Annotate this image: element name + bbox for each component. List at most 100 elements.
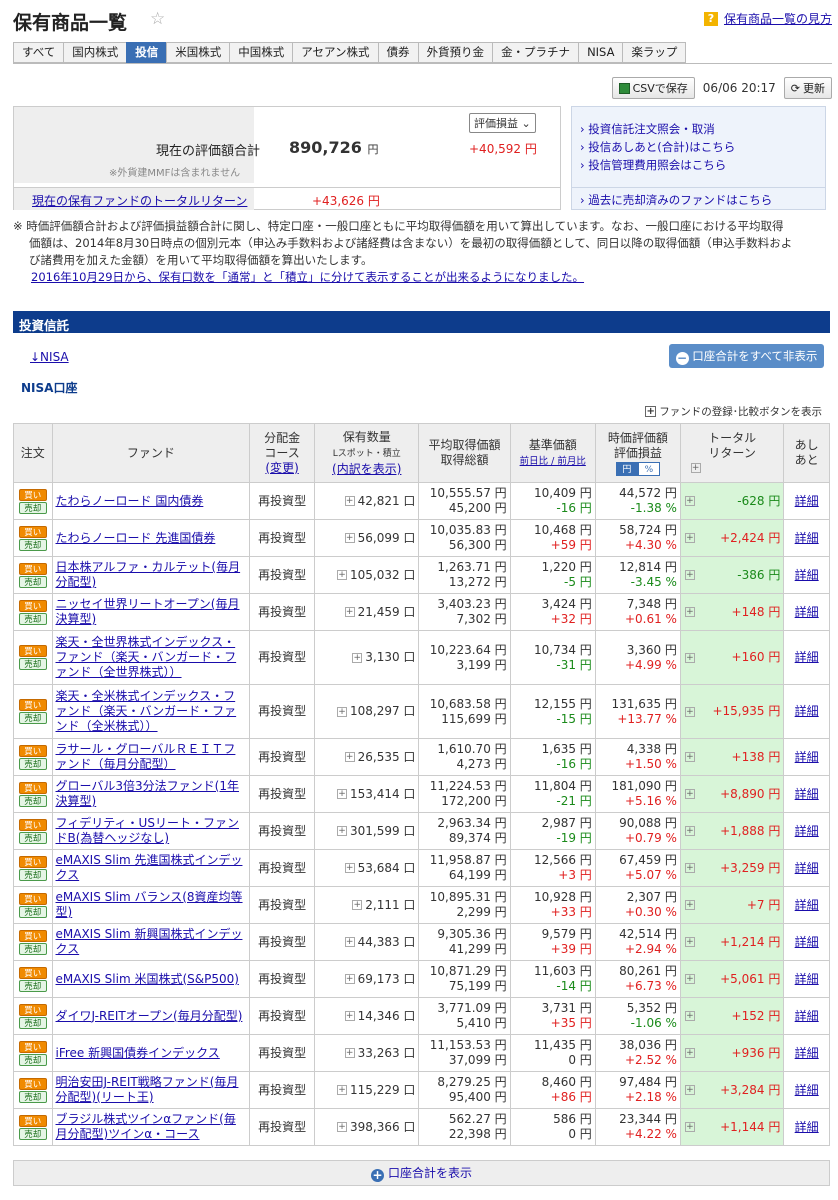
expand-icon[interactable]: + (344, 1048, 355, 1058)
expand-icon[interactable]: + (336, 789, 347, 799)
buy-button[interactable]: 買い (18, 1040, 47, 1053)
fund-link[interactable]: ブラジル株式ツインαファンド(毎月分配型)ツインα・コース (56, 1112, 236, 1141)
fund-link[interactable]: ニッセイ世界リートオープン(毎月決算型) (56, 597, 240, 626)
sell-button[interactable]: 売却 (18, 831, 47, 844)
tab-3[interactable]: 米国株式 (166, 42, 230, 63)
expand-icon[interactable]: + (344, 607, 355, 617)
refresh-button[interactable]: ⟳ 更新 (783, 77, 832, 99)
help-link[interactable]: ? 保有商品一覧の見方 (703, 10, 832, 27)
detail-link[interactable]: 詳細 (795, 605, 819, 619)
sell-button[interactable]: 売却 (18, 794, 47, 807)
buy-button[interactable]: 買い (18, 525, 47, 538)
tab-4[interactable]: 中国株式 (229, 42, 293, 63)
expand-icon[interactable]: + (684, 533, 695, 543)
qty-breakdown-link[interactable]: (内訳を表示) (332, 462, 401, 476)
expand-icon[interactable]: + (336, 1122, 347, 1132)
expand-icon[interactable]: + (344, 974, 355, 984)
fund-link[interactable]: たわらノーロード 先進国債券 (56, 531, 216, 545)
buy-button[interactable]: 買い (18, 699, 47, 711)
expand-icon[interactable]: + (684, 496, 695, 506)
fund-link[interactable]: eMAXIS Slim 米国株式(S&P500) (56, 972, 239, 986)
sell-button[interactable]: 売却 (18, 501, 47, 514)
sell-button[interactable]: 売却 (18, 712, 47, 724)
fund-link[interactable]: eMAXIS Slim 新興国株式インデックス (56, 927, 243, 956)
sell-button[interactable]: 売却 (18, 757, 47, 770)
expand-icon[interactable]: + (344, 496, 355, 506)
expand-icon[interactable]: + (684, 789, 695, 799)
yen-pct-toggle[interactable]: 円% (615, 461, 660, 476)
sell-button[interactable]: 売却 (18, 1090, 47, 1103)
sold-funds-link[interactable]: › 過去に売却済みのファンドはこちら (580, 192, 772, 208)
expand-icon[interactable]: + (344, 1011, 355, 1021)
sell-button[interactable]: 売却 (18, 575, 47, 588)
total-return-link[interactable]: 現在の保有ファンドのトータルリターン (32, 192, 247, 209)
tab-10[interactable]: 楽ラップ (622, 42, 687, 63)
expand-icon[interactable]: + (684, 974, 695, 984)
hide-all-totals-button[interactable]: − 口座合計をすべて非表示 (669, 344, 824, 368)
tab-9[interactable]: NISA (578, 42, 623, 63)
expand-icon[interactable]: + (684, 863, 695, 873)
detail-link[interactable]: 詳細 (795, 531, 819, 545)
fund-link[interactable]: ダイワJ-REITオープン(毎月分配型) (56, 1009, 243, 1023)
fund-link[interactable]: 楽天・全世界株式インデックス・ファンド（楽天・バンガード・ファンド（全世界株式）… (56, 635, 237, 679)
detail-link[interactable]: 詳細 (795, 1120, 819, 1134)
expand-icon[interactable]: + (684, 1122, 695, 1132)
tab-6[interactable]: 債券 (377, 42, 418, 63)
expand-icon[interactable]: + (336, 570, 347, 580)
fund-link[interactable]: 楽天・全米株式インデックス・ファンド（楽天・バンガード・ファンド（全米株式）） (56, 689, 237, 733)
expand-icon[interactable]: + (352, 652, 363, 663)
expand-icon[interactable]: + (684, 1085, 695, 1095)
expand-icon[interactable]: + (684, 826, 695, 836)
expand-icon[interactable]: + (684, 652, 695, 663)
detail-link[interactable]: 詳細 (795, 750, 819, 764)
fund-link[interactable]: eMAXIS Slim 先進国株式インデックス (56, 853, 243, 882)
buy-button[interactable]: 買い (18, 1003, 47, 1016)
expand-icon[interactable]: + (684, 607, 695, 617)
expand-icon[interactable]: + (344, 863, 355, 873)
detail-link[interactable]: 詳細 (795, 494, 819, 508)
diff-toggle-link[interactable]: 前日比 / 前月比 (520, 456, 586, 467)
expand-icon[interactable]: + (352, 900, 363, 910)
buy-button[interactable]: 買い (18, 966, 47, 979)
expand-icon[interactable]: + (684, 900, 695, 910)
buy-button[interactable]: 買い (18, 488, 47, 501)
fund-link[interactable]: eMAXIS Slim バランス(8資産均等型) (56, 890, 243, 919)
csv-save-button[interactable]: CSVで保存 (611, 77, 695, 99)
detail-link[interactable]: 詳細 (795, 1083, 819, 1097)
fund-link[interactable]: たわらノーロード 国内債券 (56, 494, 204, 508)
fund-link[interactable]: 日本株アルファ・カルテット(毎月分配型) (56, 560, 241, 589)
buy-button[interactable]: 買い (18, 1077, 47, 1090)
course-change-link[interactable]: (変更) (265, 461, 298, 475)
detail-link[interactable]: 詳細 (795, 787, 819, 801)
sell-button[interactable]: 売却 (18, 905, 47, 918)
detail-link[interactable]: 詳細 (795, 935, 819, 949)
detail-link[interactable]: 詳細 (795, 650, 819, 664)
detail-link[interactable]: 詳細 (795, 1046, 819, 1060)
tab-8[interactable]: 金・プラチナ (492, 42, 579, 63)
buy-button[interactable]: 買い (18, 855, 47, 868)
sell-button[interactable]: 売却 (18, 979, 47, 992)
expand-icon[interactable]: + (344, 752, 355, 762)
expand-icon[interactable]: + (684, 706, 695, 717)
buy-button[interactable]: 買い (18, 645, 47, 657)
tab-7[interactable]: 外貨預り金 (417, 42, 493, 63)
sell-button[interactable]: 売却 (18, 538, 47, 551)
expand-icon[interactable]: + (336, 706, 347, 717)
buy-button[interactable]: 買い (18, 818, 47, 831)
fund-link[interactable]: フィデリティ・USリート・ファンドB(為替ヘッジなし) (56, 816, 239, 845)
buy-button[interactable]: 買い (18, 781, 47, 794)
detail-link[interactable]: 詳細 (795, 568, 819, 582)
sell-button[interactable]: 売却 (18, 1127, 47, 1140)
detail-link[interactable]: 詳細 (795, 704, 819, 718)
buy-button[interactable]: 買い (18, 929, 47, 942)
fund-link[interactable]: iFree 新興国債券インデックス (56, 1046, 220, 1060)
register-compare-toggle[interactable]: + ファンドの登録･比較ボタンを表示 (645, 404, 822, 419)
sell-button[interactable]: 売却 (18, 1016, 47, 1029)
sell-button[interactable]: 売却 (18, 658, 47, 670)
expand-icon[interactable]: + (344, 533, 355, 543)
buy-button[interactable]: 買い (18, 892, 47, 905)
buy-button[interactable]: 買い (18, 562, 47, 575)
show-totals-button[interactable]: + 口座合計を表示 (13, 1160, 830, 1186)
tab-0[interactable]: すべて (13, 42, 64, 63)
footprint-link[interactable]: › 投信あしあと(合計)はこちら (580, 139, 735, 155)
